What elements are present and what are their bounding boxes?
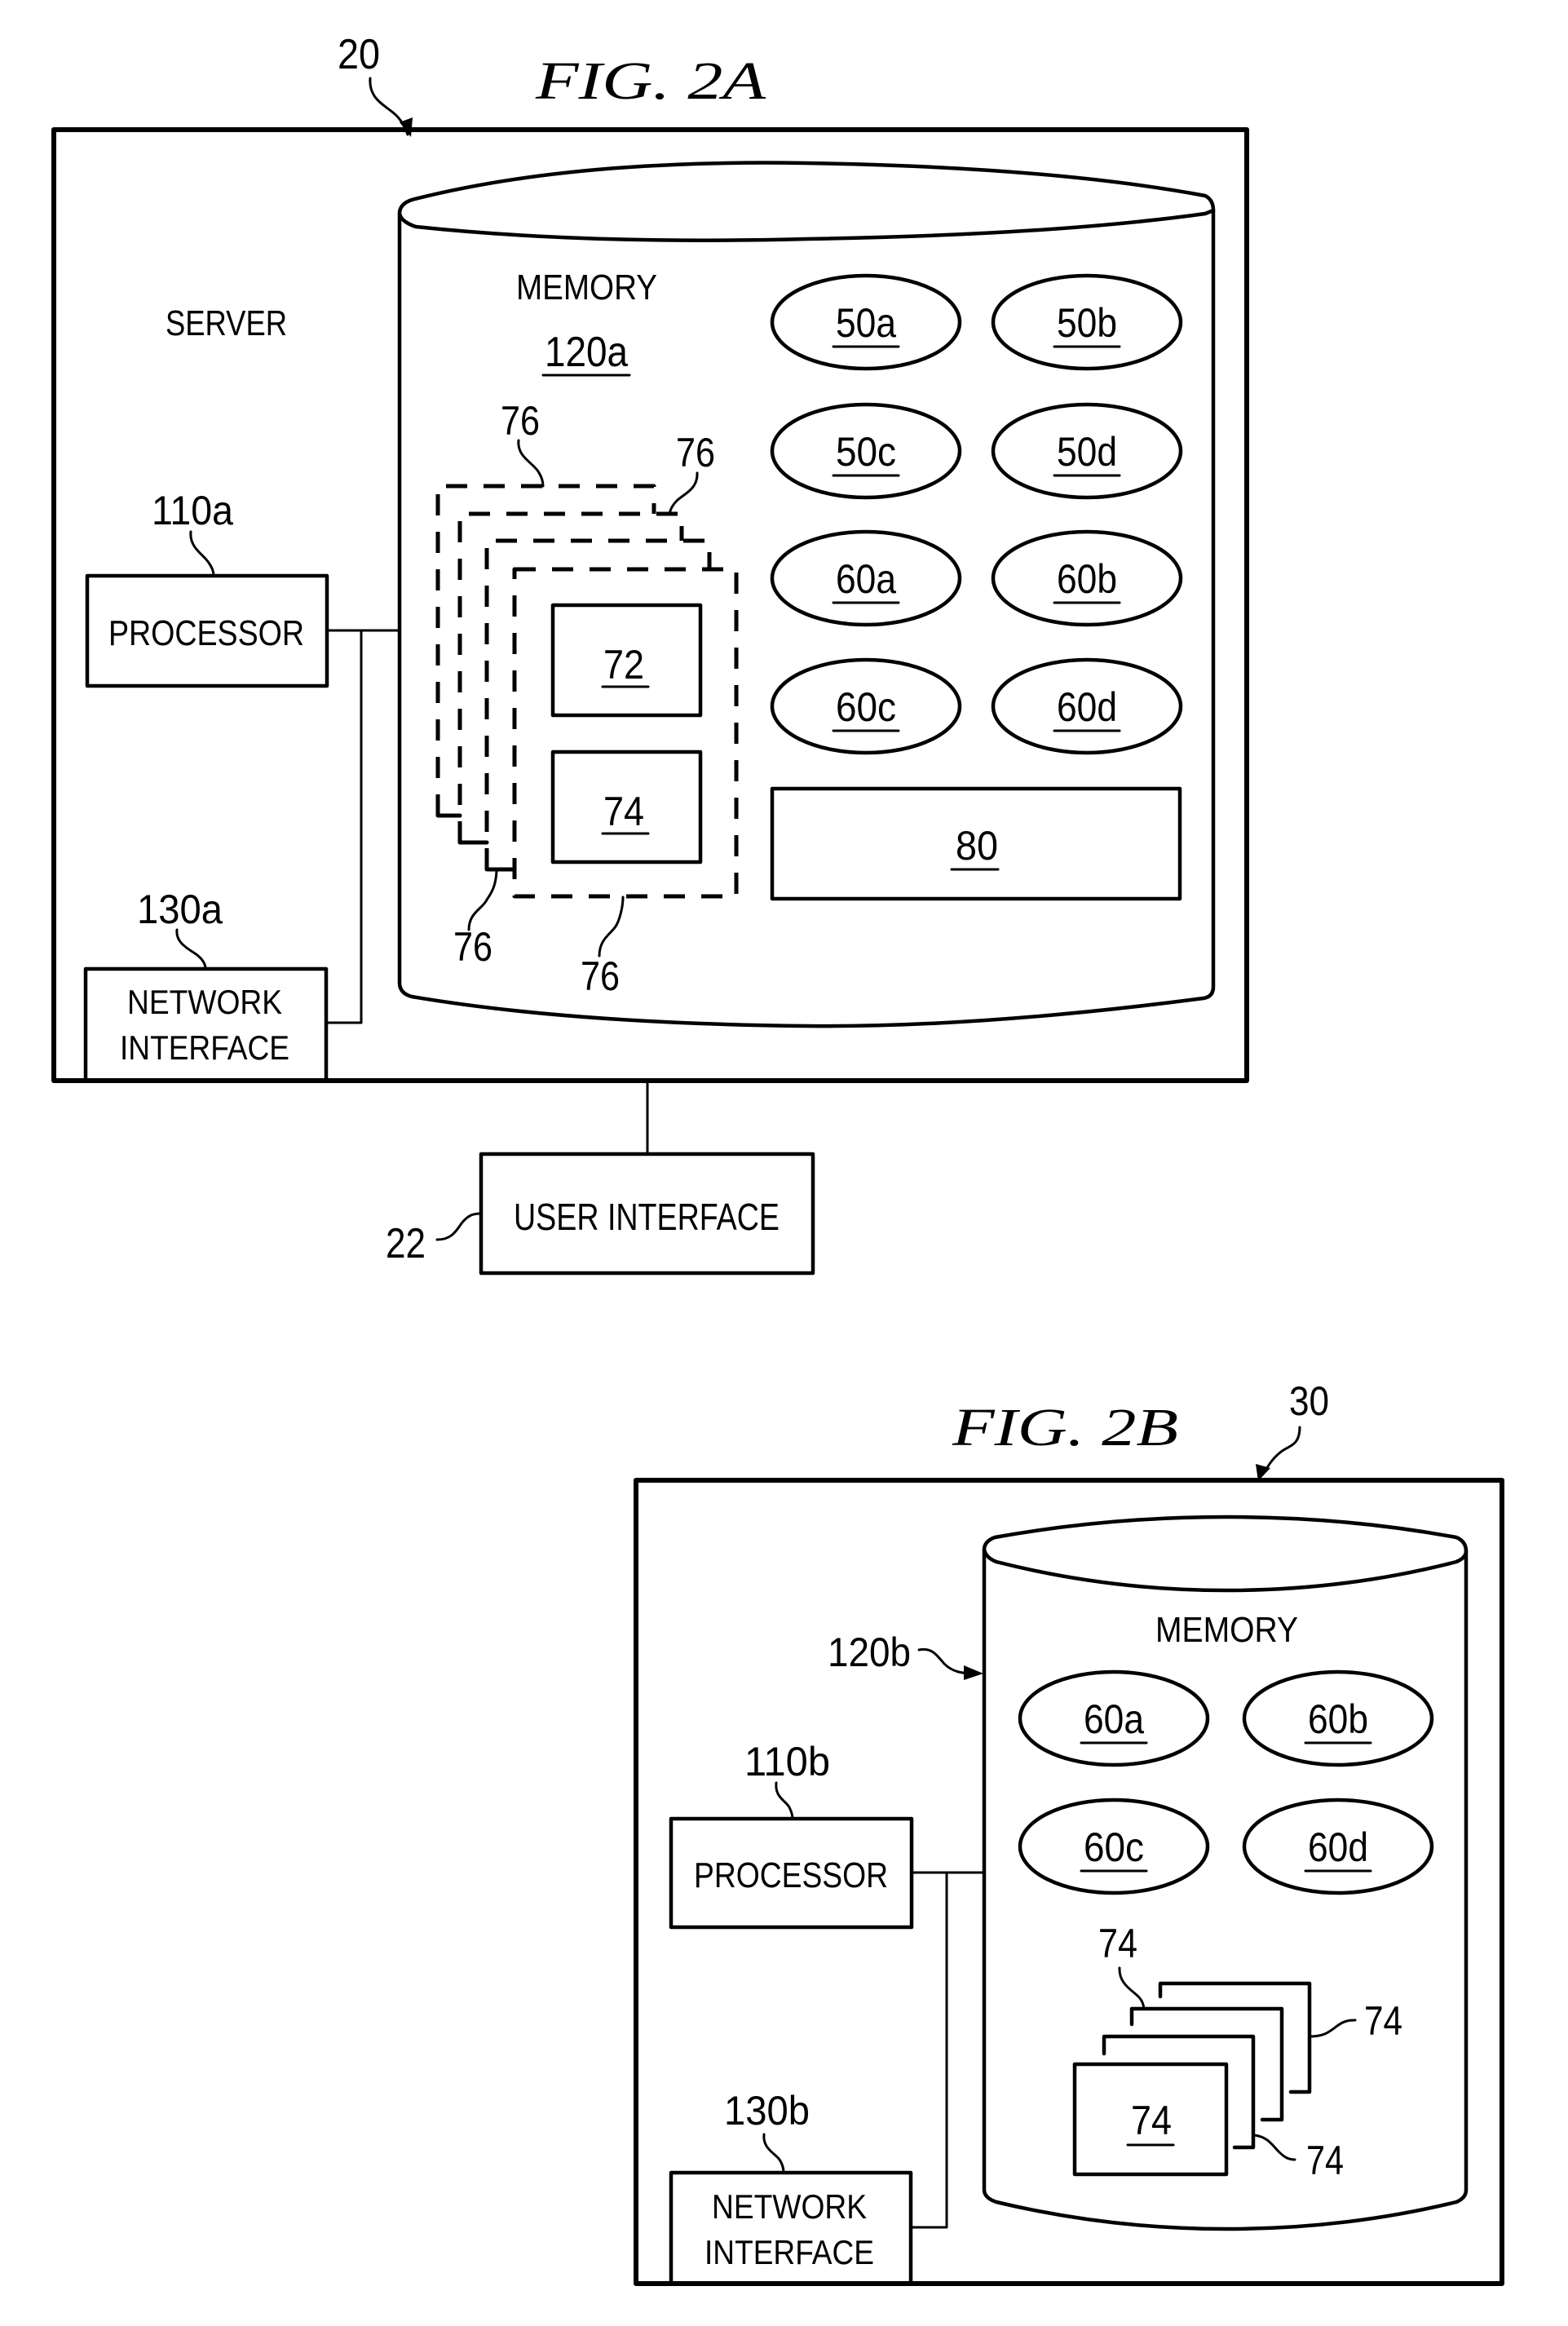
fig2a-oval-label: 50c <box>836 429 896 475</box>
box-74-label: 74 <box>603 789 644 834</box>
processor-b-ref-leader <box>775 1781 794 1820</box>
network-ref-label: 130a <box>137 887 223 932</box>
stack-ref-label-top: 76 <box>501 398 540 444</box>
dashed-box-2 <box>457 511 684 842</box>
stack-74-box-2 <box>1102 2034 1256 2150</box>
network-ref-leader <box>175 928 207 971</box>
server-ref-leader <box>369 77 409 136</box>
arrow-head-icon <box>964 1665 983 1680</box>
processor-label: PROCESSOR <box>108 613 304 653</box>
processor-ref-leader <box>189 530 215 577</box>
network-b-label-line1: NETWORK <box>712 2187 867 2226</box>
system-bus <box>325 629 401 1024</box>
memory-cylinder-top <box>397 208 1216 242</box>
stack-ref-leader-bottom <box>598 895 625 957</box>
fig2b-oval-label: 60a <box>1084 1696 1144 1742</box>
server-b-ref-label: 30 <box>1289 1378 1329 1424</box>
network-b-label-line2: INTERFACE <box>704 2233 874 2271</box>
network-b-ref-label: 130b <box>724 2088 810 2134</box>
memory-ref-label: 120a <box>545 329 628 376</box>
fig2b-oval-label: 60c <box>1084 1824 1144 1870</box>
memory-label: MEMORY <box>516 268 657 307</box>
server-b-ref-leader <box>1262 1426 1301 1475</box>
user-interface-ref-leader <box>435 1212 483 1241</box>
fig2a-oval-label: 60c <box>836 684 896 730</box>
server-label: SERVER <box>166 303 287 343</box>
fig2b-oval-label: 60b <box>1308 1696 1368 1742</box>
user-interface-ref-label: 22 <box>386 1220 426 1267</box>
fig2b-oval-label: 60d <box>1308 1824 1368 1870</box>
network-label-line1: NETWORK <box>127 983 282 1021</box>
ovals-2b: 60a 60b 60c 60d <box>1018 1669 1434 1895</box>
memory-b-label: MEMORY <box>1155 1610 1298 1650</box>
stack-74-ref-top: 74 <box>1098 1921 1137 1966</box>
stack-ref-label-right: 76 <box>676 430 715 475</box>
fig2a-oval-label: 60d <box>1057 684 1117 730</box>
stack-ref-label-bottom-left: 76 <box>453 924 492 970</box>
ovals-2a: 50a 50b 50c 50d 60a 60b 60c 60d <box>770 273 1183 755</box>
stack-74-ref-right-leader <box>1309 2019 1357 2038</box>
stack-74: 74 74 74 74 <box>1072 1921 1402 2183</box>
dashed-box-4 <box>512 567 739 899</box>
system-bus-b <box>909 1871 986 2229</box>
figure-2a: FIG. 2A 20 SERVER MEMORY 120a 110a PROCE… <box>51 31 1249 1276</box>
figure-2b: FIG. 2B 30 MEMORY 120b 110b PROCESSOR 13… <box>634 1378 1504 2286</box>
server-ref-label: 20 <box>338 31 380 78</box>
processor-ref-label: 110a <box>152 488 233 533</box>
fig2a-oval-label: 50a <box>836 300 896 346</box>
figure-2a-title: FIG. 2A <box>535 51 766 111</box>
processor-b-label: PROCESSOR <box>694 1855 888 1895</box>
network-label-line2: INTERFACE <box>120 1028 289 1067</box>
stack-74-ref-right: 74 <box>1364 1998 1402 2044</box>
box-80-label: 80 <box>956 823 998 869</box>
figure-2b-title: FIG. 2B <box>952 1398 1178 1457</box>
fig2a-oval-label: 50d <box>1057 429 1117 475</box>
stack-ref-leader-bottom-left <box>467 869 498 931</box>
stack-74-front-label: 74 <box>1131 2098 1172 2143</box>
user-interface-label: USER INTERFACE <box>514 1196 780 1238</box>
network-b-ref-leader <box>762 2133 785 2174</box>
stack-74-ref-top-leader <box>1118 1966 1146 2010</box>
fig2a-oval-label: 50b <box>1057 300 1117 346</box>
box-72-label: 72 <box>603 642 644 688</box>
stack-ref-leader-top <box>517 439 545 488</box>
memory-b-cylinder-top <box>982 1547 1469 1593</box>
dashed-stack-76: 72 74 76 76 76 76 <box>435 398 739 999</box>
stack-74-ref-bottom: 74 <box>1306 2138 1344 2183</box>
stack-74-ref-bottom-leader <box>1252 2134 1296 2161</box>
stack-ref-label-bottom: 76 <box>581 953 620 999</box>
fig2a-oval-label: 60a <box>836 556 896 602</box>
dashed-box-3 <box>484 538 712 869</box>
stack-ref-leader-right <box>668 471 699 515</box>
fig2a-oval-label: 60b <box>1057 556 1117 602</box>
processor-b-ref-label: 110b <box>744 1739 830 1784</box>
memory-b-ref-label: 120b <box>828 1630 911 1675</box>
patent-figure-sheet: FIG. 2A 20 SERVER MEMORY 120a 110a PROCE… <box>51 31 1504 2286</box>
